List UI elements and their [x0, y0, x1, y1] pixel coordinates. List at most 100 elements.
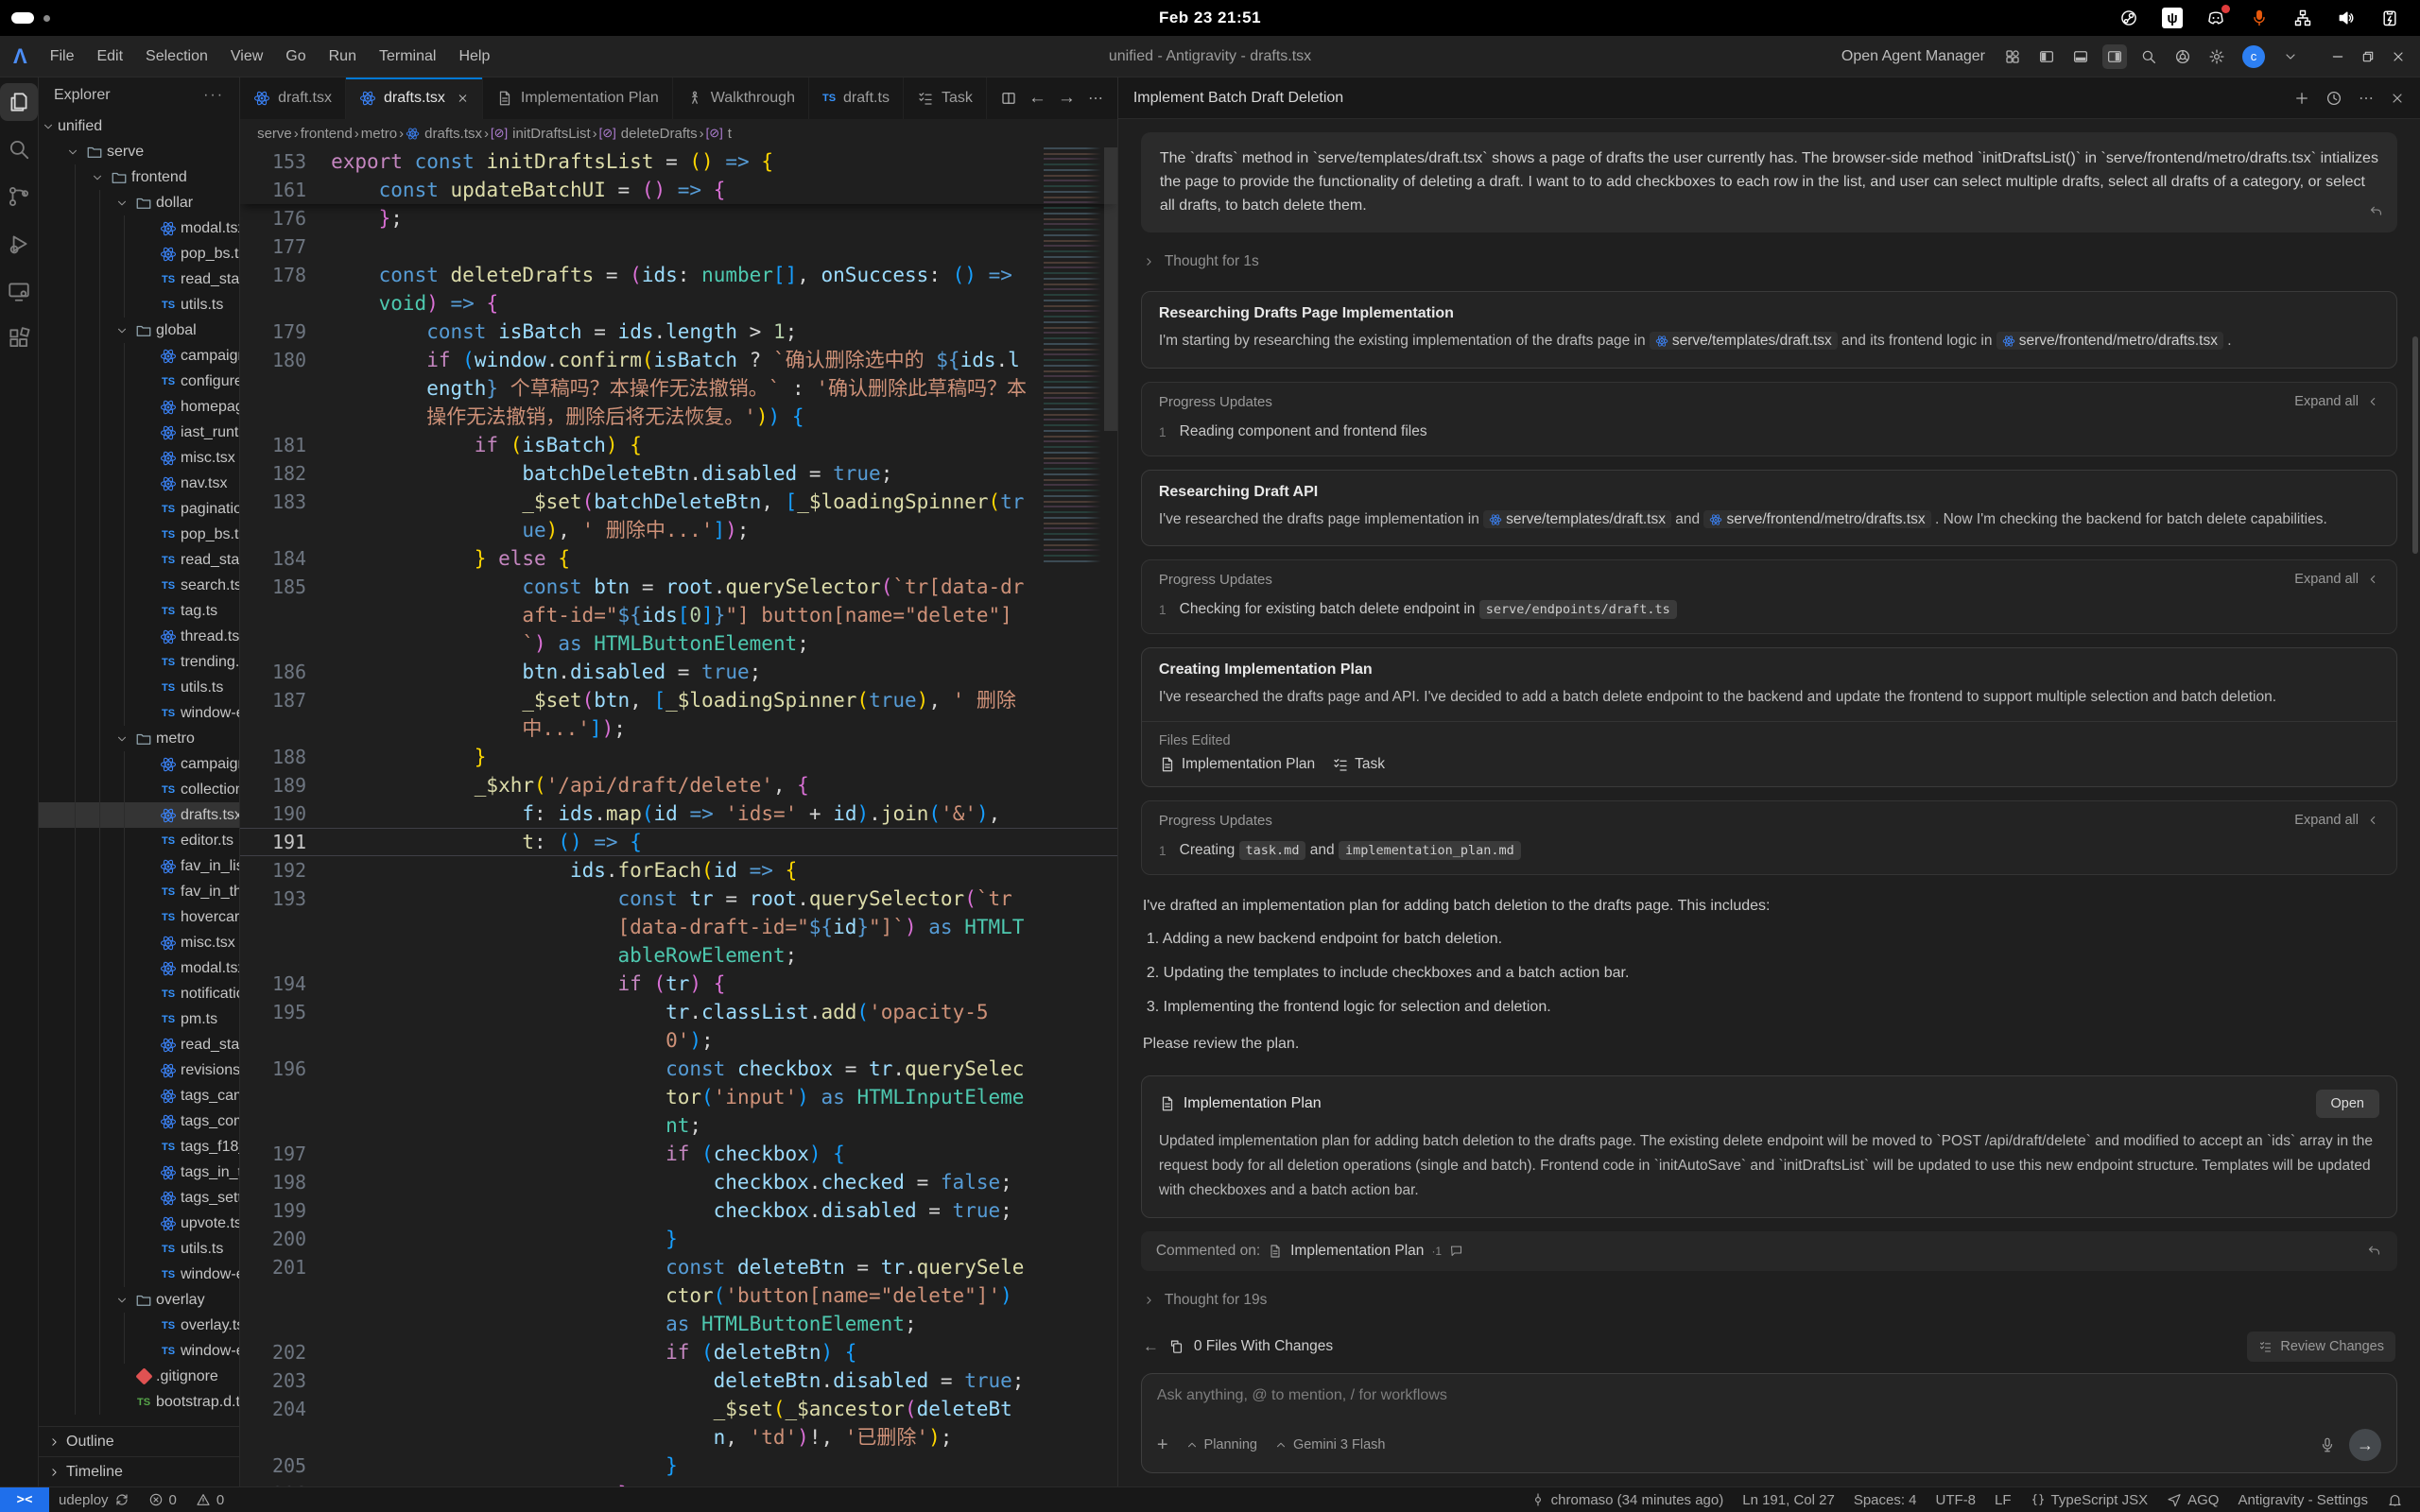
breadcrumb-item[interactable]: drafts.tsx: [406, 126, 482, 142]
tree-item-utils.ts[interactable]: TSutils.ts: [39, 1236, 239, 1262]
outline-section[interactable]: Outline: [39, 1426, 239, 1456]
conversation-scroll[interactable]: The `drafts` method in `serve/templates/…: [1118, 119, 2420, 1322]
code-line-184[interactable]: 184 } else {: [240, 544, 1117, 573]
panel-scrollbar[interactable]: [2412, 336, 2418, 554]
code-line-153[interactable]: 153export const initDraftsList = () => {: [240, 147, 1117, 176]
tree-item-tags_settings.tsx[interactable]: tags_settings.tsx: [39, 1185, 239, 1211]
code-line-176[interactable]: 176 };: [240, 204, 1117, 232]
status-item-agq[interactable]: AGQ: [2157, 1487, 2228, 1512]
code-line-198[interactable]: 198 checkbox.checked = false;: [240, 1168, 1117, 1196]
code-line-191[interactable]: 191 t: () => {: [240, 828, 1117, 856]
undo-icon[interactable]: [2368, 203, 2384, 219]
tree-item-window-export.ts[interactable]: TSwindow-export.ts: [39, 1338, 239, 1364]
tree-item-global[interactable]: global: [39, 318, 239, 343]
status-item-utf-8[interactable]: UTF-8: [1927, 1487, 1986, 1512]
activity-search-icon[interactable]: [0, 130, 38, 168]
tree-item-frontend[interactable]: frontend: [39, 164, 239, 190]
mode-selector[interactable]: Planning: [1185, 1437, 1257, 1452]
code-line-195[interactable]: 195 tr.classList.add('opacity-50');: [240, 998, 1117, 1055]
code-line-188[interactable]: 188 }: [240, 743, 1117, 771]
commented-on-row[interactable]: Commented on:Implementation Plan·1: [1141, 1231, 2397, 1271]
forward-arrow-icon[interactable]: →: [1058, 88, 1076, 109]
tree-item-pop_bs.tsx[interactable]: pop_bs.tsx: [39, 241, 239, 266]
tree-item-campaign.tsx[interactable]: campaign.tsx: [39, 343, 239, 369]
split-editor-icon[interactable]: [1000, 90, 1017, 107]
tree-item-configure.ts[interactable]: TSconfigure.ts: [39, 369, 239, 394]
tab-drafts-tsx[interactable]: drafts.tsx: [346, 77, 483, 119]
code-line-190[interactable]: 190 f: ids.map(id => 'ids=' + id).join('…: [240, 799, 1117, 828]
tree-item-editor.ts[interactable]: TSeditor.ts: [39, 828, 239, 853]
file-reference[interactable]: serve/templates/draft.tsx: [1650, 332, 1838, 350]
breadcrumb-item[interactable]: metro: [361, 126, 397, 142]
activity-run-debug-icon[interactable]: [0, 225, 38, 263]
code-line-193[interactable]: 193 const tr = root.querySelector(`tr[da…: [240, 885, 1117, 970]
status-item-typescript-jsx[interactable]: TypeScript JSX: [2021, 1487, 2158, 1512]
breadcrumb-item[interactable]: [⊘]deleteDrafts: [599, 126, 698, 142]
tree-item-fav_in_thread.ts[interactable]: TSfav_in_thread.ts: [39, 879, 239, 904]
tree-item-utils.ts[interactable]: TSutils.ts: [39, 675, 239, 700]
tree-item-read_status_track.ts[interactable]: TSread_status_track.ts: [39, 547, 239, 573]
breadcrumb-item[interactable]: frontend: [301, 126, 353, 142]
tree-item-tags_common.tsx[interactable]: tags_common.tsx: [39, 1108, 239, 1134]
breadcrumb-item[interactable]: serve: [257, 126, 292, 142]
tree-item-fav_in_list.tsx[interactable]: fav_in_list.tsx: [39, 853, 239, 879]
chevron-down-icon[interactable]: [2278, 44, 2303, 69]
status-item-ln-191-col-27[interactable]: Ln 191, Col 27: [1733, 1487, 1844, 1512]
tree-item-modal.tsx[interactable]: modal.tsx: [39, 955, 239, 981]
code-line-186[interactable]: 186 btn.disabled = true;: [240, 658, 1117, 686]
expand-all-button[interactable]: Expand all: [2294, 572, 2379, 587]
status-item-chromaso-34-minutes-ago-[interactable]: chromaso (34 minutes ago): [1521, 1487, 1734, 1512]
code-line-201[interactable]: 201 const deleteBtn = tr.querySelector('…: [240, 1253, 1117, 1338]
layout-left-icon[interactable]: [2034, 44, 2059, 69]
microphone-icon[interactable]: [2248, 7, 2271, 29]
tree-item-utils.ts[interactable]: TSutils.ts: [39, 292, 239, 318]
close-icon[interactable]: [2390, 91, 2405, 106]
breadcrumb-item[interactable]: [⊘]t: [706, 126, 732, 142]
send-button[interactable]: →: [2349, 1429, 2381, 1461]
code-line-183[interactable]: 183 _$set(batchDeleteBtn, [_$loadingSpin…: [240, 488, 1117, 544]
tab-draft-ts[interactable]: TSdraft.ts: [809, 77, 904, 119]
code-line-204[interactable]: 204 _$set(_$ancestor(deleteBtn, 'td')!, …: [240, 1395, 1117, 1452]
tree-item-tags_f18_initial.ts[interactable]: TStags_f18_initial.ts: [39, 1134, 239, 1160]
status-item-lf[interactable]: LF: [1985, 1487, 2021, 1512]
minimize-icon[interactable]: [2325, 44, 2350, 69]
clipboard-icon[interactable]: [2378, 7, 2401, 29]
tree-item-iast_runtime.tsx[interactable]: iast_runtime.tsx: [39, 420, 239, 445]
minimap[interactable]: [1044, 147, 1104, 563]
tree-item-window-export.ts[interactable]: TSwindow-export.ts: [39, 1262, 239, 1287]
code-line-205[interactable]: 205 }: [240, 1452, 1117, 1480]
code-line-197[interactable]: 197 if (checkbox) {: [240, 1140, 1117, 1168]
layout-right-icon[interactable]: [2102, 44, 2127, 69]
agent-grid-icon[interactable]: [2000, 44, 2025, 69]
tree-item-window-export.ts[interactable]: TSwindow-export.ts: [39, 700, 239, 726]
tree-item-metro[interactable]: metro: [39, 726, 239, 751]
open-button[interactable]: Open: [2316, 1090, 2379, 1118]
code-line-178[interactable]: 178 const deleteDrafts = (ids: number[],…: [240, 261, 1117, 318]
gear-icon[interactable]: [2204, 44, 2229, 69]
expand-all-button[interactable]: Expand all: [2294, 394, 2379, 409]
more-icon[interactable]: [2358, 90, 2375, 107]
tree-item-collections_popup.ts[interactable]: TScollections_popup.ts: [39, 777, 239, 802]
menu-go[interactable]: Go: [276, 44, 315, 69]
terminal-icon[interactable]: ψ: [2161, 7, 2184, 29]
tree-item-drafts.tsx[interactable]: drafts.tsx: [39, 802, 239, 828]
undo-icon[interactable]: [2366, 1243, 2382, 1259]
status-item-bell-icon[interactable]: [2377, 1487, 2412, 1512]
file-reference[interactable]: serve/frontend/metro/drafts.tsx: [1703, 510, 1930, 528]
tree-item-pm.ts[interactable]: TSpm.ts: [39, 1006, 239, 1032]
code-line-202[interactable]: 202 if (deleteBtn) {: [240, 1338, 1117, 1366]
expand-all-button[interactable]: Expand all: [2294, 813, 2379, 828]
back-arrow-icon[interactable]: ←: [1028, 88, 1046, 109]
menu-terminal[interactable]: Terminal: [370, 44, 445, 69]
code-line-187[interactable]: 187 _$set(btn, [_$loadingSpinner(true), …: [240, 686, 1117, 743]
menu-file[interactable]: File: [41, 44, 84, 69]
tree-item-dollar[interactable]: dollar: [39, 190, 239, 215]
workspace-dot[interactable]: [43, 15, 50, 22]
code-line-179[interactable]: 179 const isBatch = ids.length > 1;: [240, 318, 1117, 346]
tree-item-serve[interactable]: serve: [39, 139, 239, 164]
back-arrow-icon[interactable]: ←: [1143, 1337, 1159, 1356]
menu-selection[interactable]: Selection: [136, 44, 217, 69]
tree-item-pop_bs.ts[interactable]: TSpop_bs.ts: [39, 522, 239, 547]
thought-row[interactable]: Thought for 1s: [1141, 246, 2397, 278]
activity-remote-explorer-icon[interactable]: [0, 272, 38, 310]
